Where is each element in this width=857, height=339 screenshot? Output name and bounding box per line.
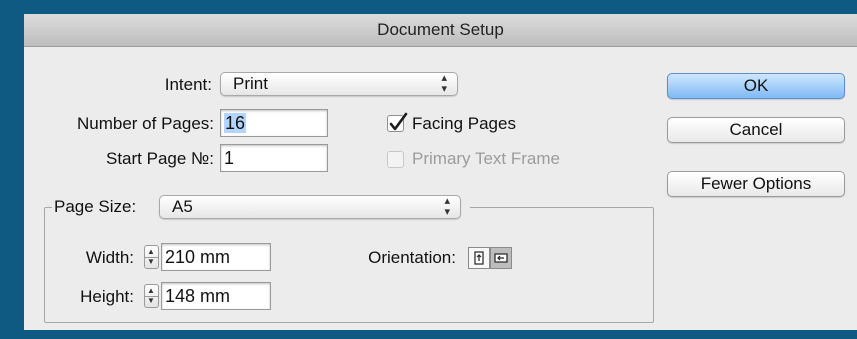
checkmark-icon bbox=[389, 112, 408, 131]
fewer-options-button[interactable]: Fewer Options bbox=[667, 171, 845, 197]
intent-value: Print bbox=[233, 74, 268, 93]
window-title: Document Setup bbox=[24, 14, 857, 47]
portrait-orientation-button[interactable] bbox=[468, 247, 490, 269]
page-size-popup[interactable]: A5 ▴ ▾ bbox=[159, 195, 461, 219]
page-size-value: A5 bbox=[172, 197, 193, 216]
page-size-label: Page Size: bbox=[54, 197, 137, 216]
intent-label: Intent: bbox=[164, 75, 212, 94]
popup-arrows-icon: ▴ ▾ bbox=[444, 195, 450, 218]
height-label: Height: bbox=[80, 287, 134, 306]
start-page-field[interactable]: 1 bbox=[220, 144, 328, 172]
landscape-icon bbox=[494, 253, 508, 263]
facing-pages-label: Facing Pages bbox=[412, 114, 516, 133]
number-of-pages-value: 16 bbox=[224, 113, 247, 133]
number-of-pages-field[interactable]: 16 bbox=[220, 109, 328, 137]
width-label: Width: bbox=[85, 248, 134, 267]
primary-text-frame-checkbox[interactable] bbox=[387, 151, 404, 168]
intent-popup[interactable]: Print ▴ ▾ bbox=[220, 72, 458, 96]
facing-pages-checkbox[interactable] bbox=[387, 112, 408, 132]
cancel-button[interactable]: Cancel bbox=[667, 117, 845, 143]
width-stepper[interactable]: ▲ ▼ bbox=[144, 245, 159, 269]
document-setup-dialog: Document Setup Intent: Print ▴ ▾ Number o… bbox=[24, 14, 857, 330]
stepper-down-icon: ▼ bbox=[147, 296, 155, 305]
width-field[interactable]: 210 mm bbox=[161, 243, 271, 271]
landscape-orientation-button[interactable] bbox=[490, 247, 512, 269]
portrait-icon bbox=[474, 251, 484, 265]
stepper-up-icon: ▲ bbox=[147, 286, 155, 295]
popup-arrows-icon: ▴ ▾ bbox=[441, 72, 447, 95]
stepper-down-icon: ▼ bbox=[147, 257, 155, 266]
height-stepper[interactable]: ▲ ▼ bbox=[144, 284, 159, 308]
start-page-label: Start Page №: bbox=[105, 149, 214, 168]
start-page-value: 1 bbox=[224, 148, 235, 168]
ok-button[interactable]: OK bbox=[667, 73, 845, 99]
number-of-pages-label: Number of Pages: bbox=[76, 114, 214, 133]
orientation-label: Orientation: bbox=[368, 248, 456, 267]
width-value: 210 mm bbox=[165, 247, 231, 267]
stepper-up-icon: ▲ bbox=[147, 247, 155, 256]
primary-text-frame-label: Primary Text Frame bbox=[412, 149, 560, 168]
height-field[interactable]: 148 mm bbox=[161, 282, 271, 310]
height-value: 148 mm bbox=[165, 286, 231, 306]
